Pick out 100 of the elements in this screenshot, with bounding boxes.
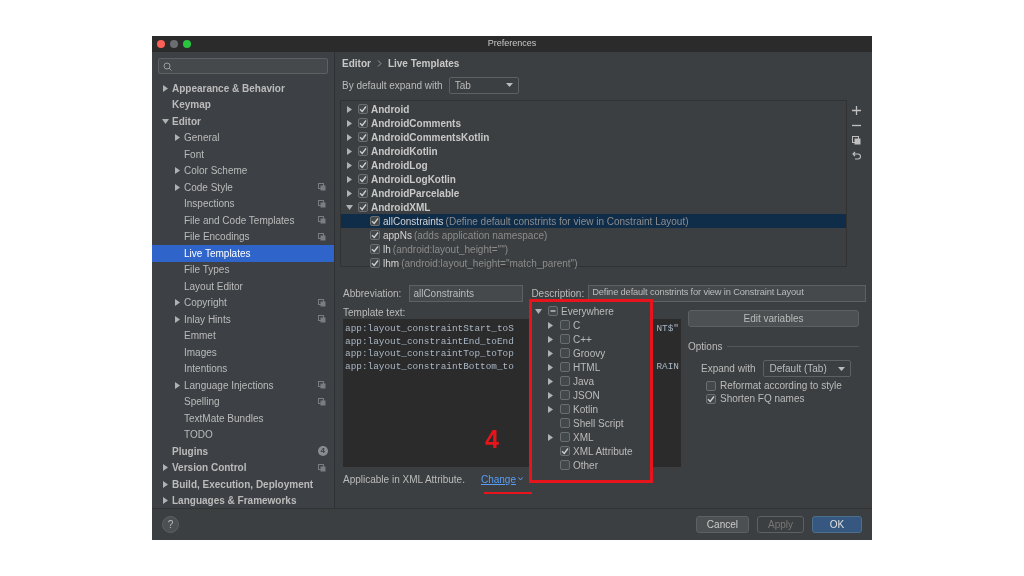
right-triangle-icon[interactable] — [346, 147, 353, 155]
sidebar-item[interactable]: File Types — [152, 261, 334, 278]
sidebar-item[interactable]: Intentions — [152, 360, 334, 377]
sidebar-item[interactable]: Languages & Frameworks — [152, 492, 334, 508]
checkbox[interactable] — [560, 320, 570, 330]
checkbox[interactable] — [560, 348, 570, 358]
right-triangle-icon[interactable] — [174, 299, 181, 307]
checkbox[interactable] — [358, 202, 368, 212]
sidebar-item[interactable]: Build, Execution, Deployment — [152, 476, 334, 493]
right-triangle-icon[interactable] — [547, 335, 554, 343]
add-icon[interactable] — [852, 106, 861, 115]
down-triangle-icon[interactable] — [162, 117, 169, 125]
checkbox[interactable] — [358, 188, 368, 198]
template-group[interactable]: Android — [371, 101, 410, 117]
checkbox[interactable] — [560, 446, 570, 456]
template-row[interactable]: appNs (adds application namespace) — [341, 228, 846, 242]
checkbox[interactable] — [358, 160, 368, 170]
sidebar-item[interactable]: Editor — [152, 113, 334, 130]
checkbox[interactable] — [370, 230, 380, 240]
checkbox[interactable] — [358, 174, 368, 184]
context-item[interactable]: XML Attribute — [532, 444, 650, 458]
expand-key-dropdown[interactable]: Tab — [448, 76, 519, 94]
right-triangle-icon[interactable] — [547, 363, 554, 371]
template-row[interactable]: allConstraints (Define default constrints for view in Constraint Layout) — [341, 214, 846, 228]
right-triangle-icon[interactable] — [174, 134, 181, 142]
sidebar-item[interactable]: Font — [152, 146, 334, 163]
sidebar-item[interactable]: TODO — [152, 426, 334, 443]
right-triangle-icon[interactable] — [162, 84, 169, 92]
checkbox[interactable] — [560, 432, 570, 442]
right-triangle-icon[interactable] — [547, 377, 554, 385]
right-triangle-icon[interactable] — [162, 480, 169, 488]
dialog-button[interactable]: Cancel — [695, 516, 749, 533]
right-triangle-icon[interactable] — [346, 175, 353, 183]
close-button[interactable] — [157, 40, 165, 48]
sidebar-item[interactable]: TextMate Bundles — [152, 410, 334, 427]
checkbox[interactable] — [358, 132, 368, 142]
context-item[interactable]: XML — [532, 430, 650, 444]
sidebar-item[interactable]: File Encodings — [152, 228, 334, 245]
context-item[interactable]: Shell Script — [532, 416, 650, 430]
right-triangle-icon[interactable] — [547, 405, 554, 413]
template-group[interactable]: AndroidLogKotlin — [371, 171, 456, 187]
right-triangle-icon[interactable] — [174, 315, 181, 323]
right-triangle-icon[interactable] — [346, 133, 353, 141]
sidebar-item[interactable]: Emmet — [152, 327, 334, 344]
template-group[interactable]: AndroidParcelable — [371, 185, 460, 201]
checkbox[interactable] — [560, 404, 570, 414]
sidebar-item[interactable]: Images — [152, 344, 334, 361]
zoom-button[interactable] — [183, 40, 191, 48]
edit-variables-button[interactable]: Edit variables — [688, 310, 859, 327]
checkbox[interactable] — [370, 216, 380, 226]
right-triangle-icon[interactable] — [547, 433, 554, 441]
checkbox[interactable] — [560, 362, 570, 372]
sidebar-item[interactable]: Spelling — [152, 393, 334, 410]
template-group[interactable]: AndroidKotlin — [371, 143, 438, 159]
down-triangle-icon[interactable] — [346, 203, 353, 211]
sidebar-item[interactable]: File and Code Templates — [152, 212, 334, 229]
context-item[interactable]: C — [532, 318, 650, 332]
template-group[interactable]: AndroidLog — [371, 157, 428, 173]
checkbox[interactable] — [706, 393, 716, 404]
checkbox[interactable] — [358, 104, 368, 114]
sidebar-item[interactable]: Language Injections — [152, 377, 334, 394]
context-item[interactable]: JSON — [532, 388, 650, 402]
help-button[interactable]: ? — [162, 516, 179, 533]
context-item[interactable]: Kotlin — [532, 402, 650, 416]
right-triangle-icon[interactable] — [162, 497, 169, 505]
checkbox[interactable] — [560, 334, 570, 344]
sidebar-item[interactable]: Appearance & Behavior — [152, 80, 334, 97]
dialog-button[interactable]: OK — [812, 516, 862, 533]
sidebar-item[interactable]: Code Style — [152, 179, 334, 196]
checkbox[interactable] — [706, 380, 716, 391]
sidebar-item[interactable]: Layout Editor — [152, 278, 334, 295]
down-triangle-icon[interactable] — [535, 307, 542, 315]
undo-icon[interactable] — [852, 151, 861, 160]
sidebar-item[interactable]: Live Templates — [152, 245, 334, 262]
right-triangle-icon[interactable] — [547, 349, 554, 357]
right-triangle-icon[interactable] — [346, 189, 353, 197]
context-item[interactable]: Everywhere — [532, 304, 650, 318]
context-item[interactable]: Groovy — [532, 346, 650, 360]
expand-with-dropdown[interactable]: Default (Tab) — [763, 360, 852, 377]
sidebar-item[interactable]: Keymap — [152, 96, 334, 113]
abbreviation-field[interactable]: allConstraints — [409, 284, 524, 302]
checkbox[interactable] — [560, 418, 570, 428]
template-group[interactable]: AndroidCommentsKotlin — [371, 129, 490, 145]
right-triangle-icon[interactable] — [346, 105, 353, 113]
template-row[interactable]: lh (android:layout_height="") — [341, 242, 846, 256]
right-triangle-icon[interactable] — [547, 321, 554, 329]
checkbox[interactable] — [358, 146, 368, 156]
change-link[interactable]: Change — [480, 471, 523, 487]
sidebar-item[interactable]: Inlay Hints — [152, 311, 334, 328]
search-field[interactable] — [158, 58, 328, 74]
right-triangle-icon[interactable] — [547, 391, 554, 399]
checkbox[interactable] — [370, 244, 380, 254]
template-group[interactable]: AndroidXML — [371, 199, 431, 215]
right-triangle-icon[interactable] — [162, 464, 169, 472]
template-row[interactable]: lhm (android:layout_height="match_parent") — [341, 256, 846, 270]
checkbox[interactable] — [560, 460, 570, 470]
right-triangle-icon[interactable] — [174, 183, 181, 191]
checkbox[interactable] — [358, 118, 368, 128]
sidebar-item[interactable]: Copyright — [152, 294, 334, 311]
template-group[interactable]: AndroidComments — [371, 115, 461, 131]
